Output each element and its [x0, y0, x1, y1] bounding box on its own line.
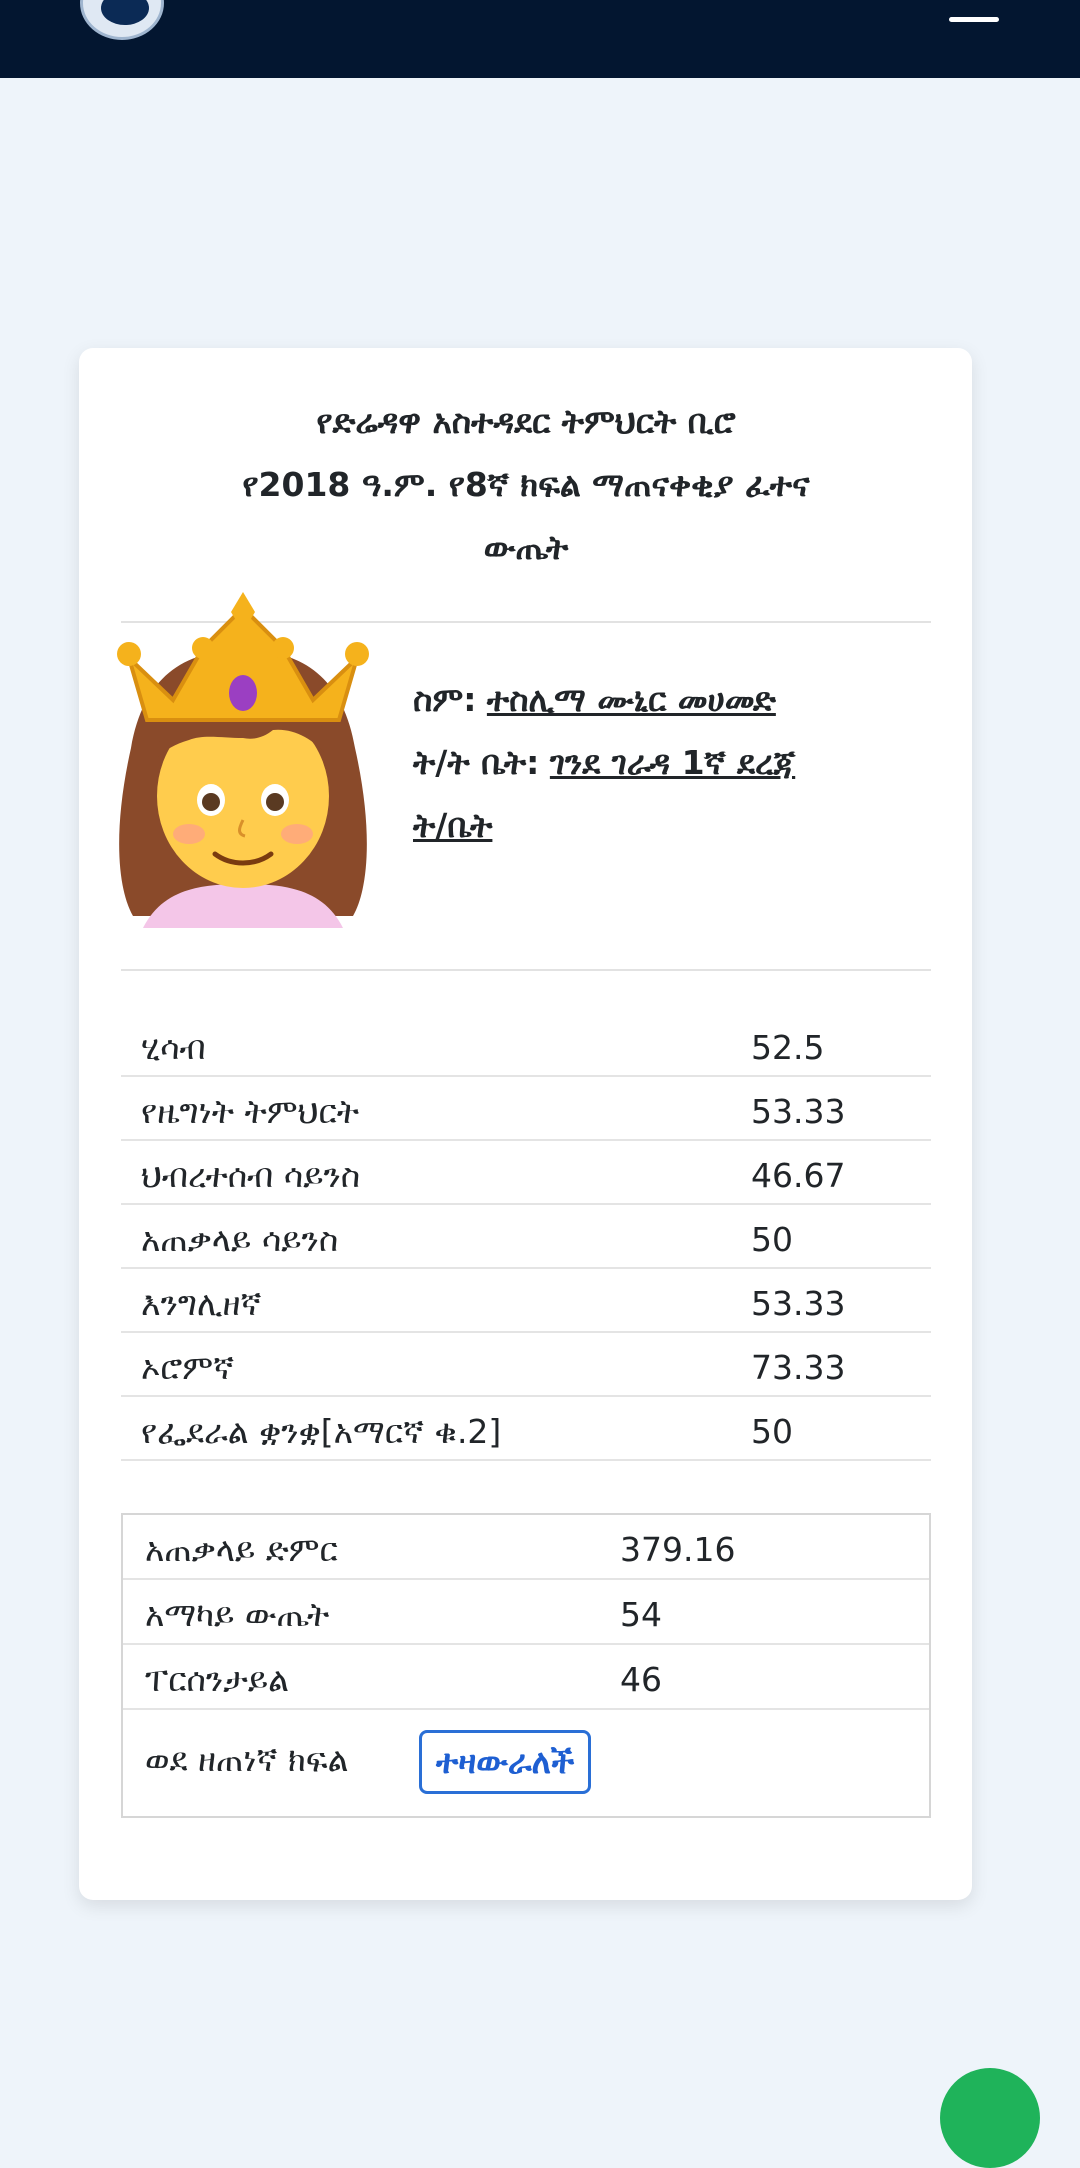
- total-row: አጠቃላይ ድምር 379.16: [123, 1515, 929, 1580]
- subject-score: 53.33: [751, 1284, 846, 1323]
- subject-name: ሂሳብ: [141, 1028, 206, 1067]
- subject-score: 53.33: [751, 1092, 846, 1131]
- hamburger-menu-icon[interactable]: [946, 0, 1002, 30]
- exam-title: የ2018 ዓ.ም. የ8ኛ ክፍል ማጠናቀቂያ ፈተና: [242, 465, 810, 504]
- table-row: አጠቃላይ ሳይንስ 50: [121, 1205, 931, 1269]
- school-name-continued: ት/ቤት: [413, 806, 493, 845]
- top-navbar: [0, 0, 1080, 78]
- student-name: ተስሊማ ሙኒር መሀመድ: [486, 680, 776, 719]
- subject-name: ህብረተሰብ ሳይንስ: [141, 1156, 361, 1195]
- princess-emoji-icon: [103, 588, 383, 932]
- subject-score: 46.67: [751, 1156, 846, 1195]
- table-row: የፌደራል ቋንቋ[አማርኛ ቁ.2] 50: [121, 1397, 931, 1461]
- subject-name: የዜግነት ትምህርት: [141, 1092, 359, 1131]
- total-value: 379.16: [620, 1530, 736, 1569]
- total-label: አጠቃላይ ድምር: [145, 1530, 338, 1569]
- subject-scores-table: ሂሳብ 52.5 የዜግነት ትምህርት 53.33 ህብረተሰብ ሳይንስ 4…: [121, 1013, 931, 1461]
- subject-name: አጠቃላይ ሳይንስ: [141, 1220, 339, 1259]
- promotion-label: ወደ ዘጠነኛ ክፍል: [145, 1740, 349, 1779]
- subject-name: ኦሮምኛ: [141, 1348, 235, 1387]
- subject-score: 50: [751, 1220, 793, 1259]
- info-divider: [121, 969, 931, 971]
- promotion-status-badge[interactable]: ተዛውራለች: [419, 1730, 592, 1794]
- summary-table: አጠቃላይ ድምር 379.16 አማካይ ውጤት 54 ፐርሰንታይል 46 …: [121, 1513, 931, 1818]
- name-label: ስም:: [413, 680, 477, 719]
- promotion-row: ወደ ዘጠነኛ ክፍል ተዛውራለች: [123, 1710, 929, 1810]
- percentile-value: 46: [620, 1660, 662, 1699]
- school-label: ት/ት ቤት:: [413, 743, 540, 782]
- result-card: የድሬዳዋ አስተዳደር ትምህርት ቢሮ የ2018 ዓ.ም. የ8ኛ ክፍል…: [79, 348, 972, 1900]
- subject-name: የፌደራል ቋንቋ[አማርኛ ቁ.2]: [141, 1412, 502, 1451]
- percentile-label: ፐርሰንታይል: [145, 1660, 290, 1699]
- table-row: እንግሊዘኛ 53.33: [121, 1269, 931, 1333]
- bureau-title: የድሬዳዋ አስተዳደር ትምህርት ቢሮ: [316, 402, 736, 441]
- table-row: ሂሳብ 52.5: [121, 1013, 931, 1077]
- average-value: 54: [620, 1595, 662, 1634]
- average-row: አማካይ ውጤት 54: [123, 1580, 929, 1645]
- table-row: ኦሮምኛ 73.33: [121, 1333, 931, 1397]
- table-row: ህብረተሰብ ሳይንስ 46.67: [121, 1141, 931, 1205]
- subject-score: 73.33: [751, 1348, 846, 1387]
- school-name: ገንደ ገራዳ 1ኛ ደረጃ: [549, 743, 796, 782]
- subject-name: እንግሊዘኛ: [141, 1284, 262, 1323]
- student-info: ስም: ተስሊማ ሙኒር መሀመድ ት/ት ቤት: ገንደ ገራዳ 1ኛ ደረጃ…: [413, 668, 795, 857]
- table-row: የዜግነት ትምህርት 53.33: [121, 1077, 931, 1141]
- average-label: አማካይ ውጤት: [145, 1595, 330, 1634]
- result-header: የድሬዳዋ አስተዳደር ትምህርት ቢሮ የ2018 ዓ.ም. የ8ኛ ክፍል…: [121, 390, 931, 579]
- logo-icon[interactable]: [80, 0, 164, 40]
- subject-score: 52.5: [751, 1028, 825, 1067]
- floating-action-button[interactable]: [940, 2068, 1040, 2168]
- percentile-row: ፐርሰንታይል 46: [123, 1645, 929, 1710]
- result-title: ውጤት: [483, 528, 569, 567]
- subject-score: 50: [751, 1412, 793, 1451]
